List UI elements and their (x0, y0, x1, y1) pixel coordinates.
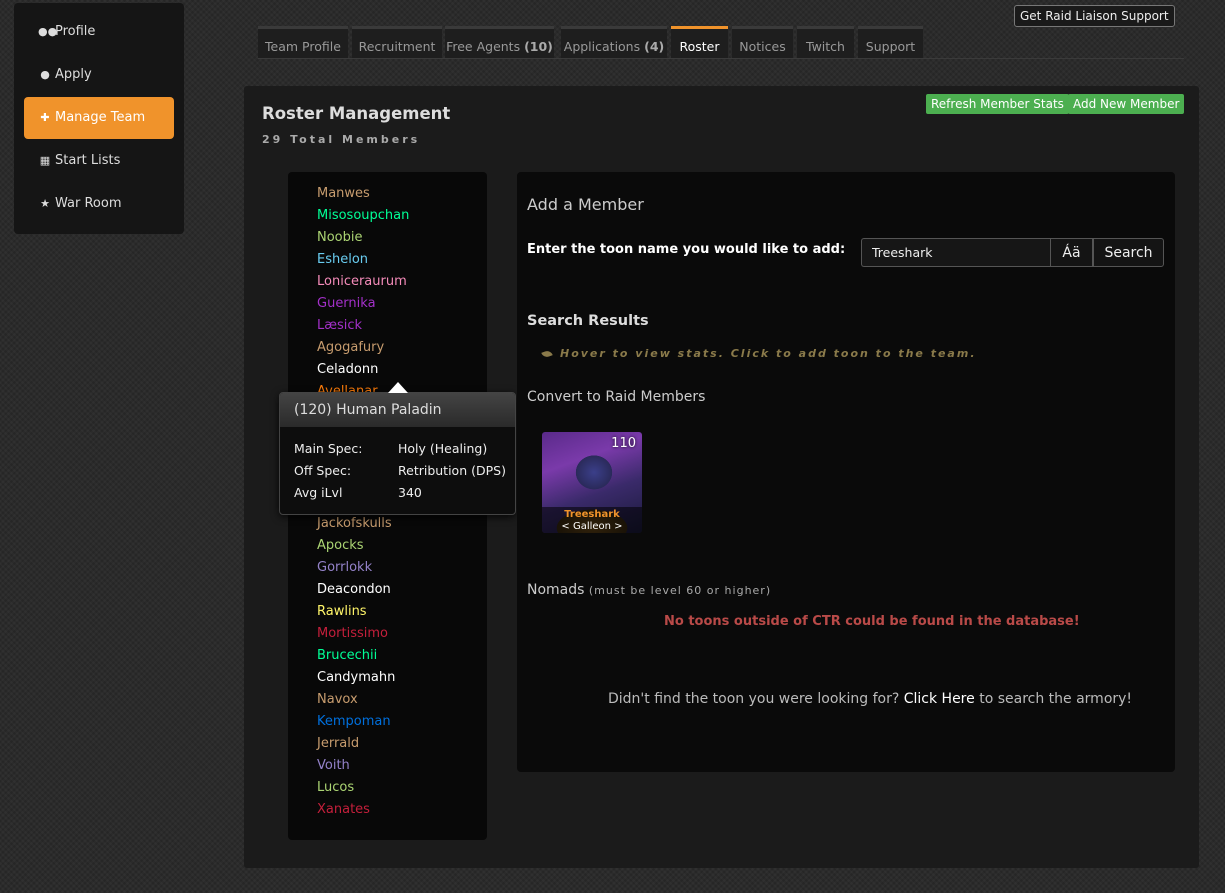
no-toons-error: No toons outside of CTR could be found i… (664, 614, 1080, 629)
roster-member[interactable]: Xanates (317, 802, 370, 817)
tab-count-badge: (10) (524, 39, 553, 54)
leaf-icon (541, 349, 553, 359)
tab-notices[interactable]: Notices (732, 26, 793, 58)
sidebar-item-label: Profile (55, 24, 96, 39)
tooltip-row: Avg iLvl 340 (294, 485, 422, 500)
roster-member[interactable]: Rawlins (317, 604, 367, 619)
roster-member[interactable]: Lucos (317, 780, 354, 795)
sidebar-item-label: Start Lists (55, 153, 121, 168)
roster-member[interactable]: Mortissimo (317, 626, 388, 641)
sidebar-item-start-lists[interactable]: ▦ Start Lists (24, 140, 174, 182)
roster-member[interactable]: Brucechii (317, 648, 377, 663)
nomads-heading: Nomads (must be level 60 or higher) (527, 582, 772, 598)
tab-count-badge: (4) (644, 39, 665, 54)
special-characters-button[interactable]: Áä (1050, 238, 1093, 267)
search-results-heading: Search Results (527, 313, 649, 329)
sidebar: ●●Profile ● Apply ✚ Manage Team ▦ Start Lis… (14, 3, 184, 234)
tooltip-arrow (388, 382, 408, 393)
convert-heading: Convert to Raid Members (527, 389, 706, 405)
toon-name: Treeshark (564, 509, 620, 520)
user-icon: ● (40, 68, 50, 81)
tab-twitch[interactable]: Twitch (797, 26, 854, 58)
roster-member[interactable]: Agogafury (317, 340, 384, 355)
tooltip-header: (120) Human Paladin (280, 393, 515, 427)
users-icon: ●● (38, 25, 58, 38)
sidebar-item-war-room[interactable]: ★ War Room (24, 183, 174, 225)
add-new-member-button[interactable]: Add New Member (1068, 94, 1185, 114)
table-icon: ▦ (39, 154, 51, 167)
sidebar-item-manage-team[interactable]: ✚ Manage Team (24, 97, 174, 139)
tooltip-row: Main Spec: Holy (Healing) (294, 441, 488, 456)
roster-member[interactable]: Noobie (317, 230, 363, 245)
puzzle-icon: ✚ (40, 111, 50, 124)
tab-divider (258, 58, 1184, 59)
tab-roster[interactable]: Roster (671, 26, 728, 58)
roster-member[interactable]: Candymahn (317, 670, 395, 685)
trophy-icon: ★ (40, 197, 50, 210)
tab-support[interactable]: Support (858, 26, 923, 58)
roster-member[interactable]: Kempoman (317, 714, 391, 729)
refresh-member-stats-button[interactable]: Refresh Member Stats (926, 94, 1069, 114)
roster-member[interactable]: Celadonn (317, 362, 378, 377)
tab-recruitment[interactable]: Recruitment (352, 26, 442, 58)
toon-card[interactable]: 110 Treeshark < Galleon > (542, 432, 642, 533)
toon-level: 110 (611, 436, 636, 451)
sidebar-item-label: Manage Team (55, 110, 146, 125)
roster-member[interactable]: Loniceraurum (317, 274, 407, 289)
search-button[interactable]: Search (1093, 238, 1164, 267)
tooltip-row: Off Spec: Retribution (DPS) (294, 463, 506, 478)
sidebar-item-apply[interactable]: ● Apply (24, 54, 174, 96)
page-title: Roster Management (262, 104, 451, 123)
roster-member[interactable]: Eshelon (317, 252, 368, 267)
toon-caption: Treeshark < Galleon > (542, 507, 642, 533)
add-member-heading: Add a Member (527, 195, 644, 214)
armory-link[interactable]: Click Here (904, 691, 975, 707)
sidebar-item-profile[interactable]: ●●Profile (24, 11, 174, 53)
roster-member[interactable]: Manwes (317, 186, 370, 201)
roster-member[interactable]: Deacondon (317, 582, 391, 597)
tab-free-agents[interactable]: Free Agents (10) (445, 26, 554, 58)
raid-liaison-support-button[interactable]: Get Raid Liaison Support (1014, 5, 1175, 27)
toon-name-prompt: Enter the toon name you would like to ad… (527, 242, 846, 257)
roster-member[interactable]: Gorrlokk (317, 560, 372, 575)
roster-member[interactable]: Voith (317, 758, 350, 773)
roster-member[interactable]: Apocks (317, 538, 364, 553)
armory-search-text: Didn't find the toon you were looking fo… (608, 691, 1133, 707)
member-count: 29 Total Members (262, 133, 421, 146)
roster-member[interactable]: Jerrald (317, 736, 359, 751)
sidebar-item-label: War Room (55, 196, 122, 211)
member-tooltip: (120) Human Paladin Main Spec: Holy (Heal… (279, 382, 516, 515)
roster-member[interactable]: Misosoupchan (317, 208, 409, 223)
roster-member[interactable]: Læsick (317, 318, 362, 333)
sidebar-item-label: Apply (55, 67, 92, 82)
search-hint: Hover to view stats. Click to add toon t… (541, 347, 977, 360)
roster-member[interactable]: Navox (317, 692, 358, 707)
toon-guild: < Galleon > (561, 521, 623, 532)
nomads-note: (must be level 60 or higher) (588, 584, 772, 597)
roster-member[interactable]: Jackofskulls (317, 516, 392, 531)
toon-name-input[interactable] (861, 238, 1050, 267)
tab-team-profile[interactable]: Team Profile (258, 26, 348, 58)
tab-applications[interactable]: Applications (4) (561, 26, 667, 58)
roster-member[interactable]: Guernika (317, 296, 376, 311)
